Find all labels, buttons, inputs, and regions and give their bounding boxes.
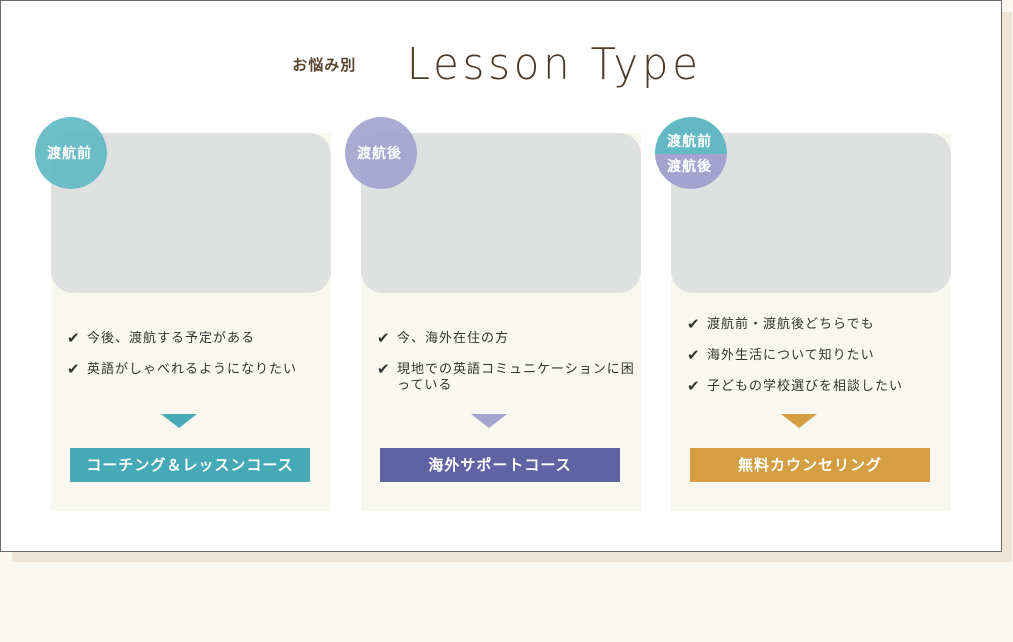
coaching-lesson-course-button[interactable]: コーチング＆レッスンコース (70, 448, 310, 482)
list-item: ✔ 渡航前・渡航後どちらでも (687, 315, 875, 333)
list-item: ✔ 海外生活について知りたい (687, 346, 875, 364)
feature-list: ✔ 今後、渡航する予定がある ✔ 英語がしゃべれるようになりたい (67, 329, 329, 393)
badge-pre-departure: 渡航前 (35, 117, 107, 189)
list-item: ✔ 現地での英語コミュニケーションに困っている (377, 360, 635, 393)
down-arrow-icon (781, 414, 817, 428)
badge-pre-and-post-departure: 渡航前 渡航後 (655, 117, 727, 189)
feature-list: ✔ 今、海外在住の方 ✔ 現地での英語コミュニケーションに困っている (377, 329, 635, 409)
list-item: ✔ 今、海外在住の方 (377, 329, 510, 347)
check-icon: ✔ (67, 360, 81, 378)
section-heading: お悩み別 Lesson Type (1, 39, 1001, 90)
check-icon: ✔ (687, 377, 701, 395)
list-item: ✔ 今後、渡航する予定がある (67, 329, 256, 347)
check-icon: ✔ (687, 346, 701, 364)
feature-list: ✔ 渡航前・渡航後どちらでも ✔ 海外生活について知りたい ✔ 子どもの学校選びを相談… (687, 315, 949, 410)
badge-post-departure: 渡航後 (345, 117, 417, 189)
check-icon: ✔ (377, 360, 391, 378)
overseas-support-course-button[interactable]: 海外サポートコース (380, 448, 620, 482)
down-arrow-icon (471, 414, 507, 428)
lesson-card-pre-departure: 渡航前 ✔ 今後、渡航する予定がある ✔ 英語がしゃべれるようになりたい コーチング… (35, 117, 331, 511)
list-item: ✔ 英語がしゃべれるようになりたい (67, 360, 298, 378)
badge-label: 渡航後 (357, 146, 402, 162)
lesson-card-post-departure: 渡航後 ✔ 今、海外在住の方 ✔ 現地での英語コミュニケーションに困っている 海外サ… (345, 117, 641, 511)
list-item: ✔ 子どもの学校選びを相談したい (687, 377, 904, 395)
check-icon: ✔ (687, 315, 701, 333)
heading-subtitle: お悩み別 (292, 56, 357, 74)
down-arrow-icon (161, 414, 197, 428)
check-icon: ✔ (377, 329, 391, 347)
badge-label-bottom: 渡航後 (667, 159, 712, 175)
lesson-type-panel: お悩み別 Lesson Type 渡航前 ✔ 今後、渡航する予定がある ✔ 英語がし… (0, 0, 1002, 552)
free-counseling-button[interactable]: 無料カウンセリング (690, 448, 930, 482)
badge-label: 渡航前 (47, 146, 92, 162)
badge-label-top: 渡航前 (667, 134, 712, 150)
check-icon: ✔ (67, 329, 81, 347)
heading-title: Lesson Type (407, 39, 703, 90)
lesson-card-both: 渡航前 渡航後 ✔ 渡航前・渡航後どちらでも ✔ 海外生活について知りたい ✔ 子ども… (655, 117, 951, 511)
